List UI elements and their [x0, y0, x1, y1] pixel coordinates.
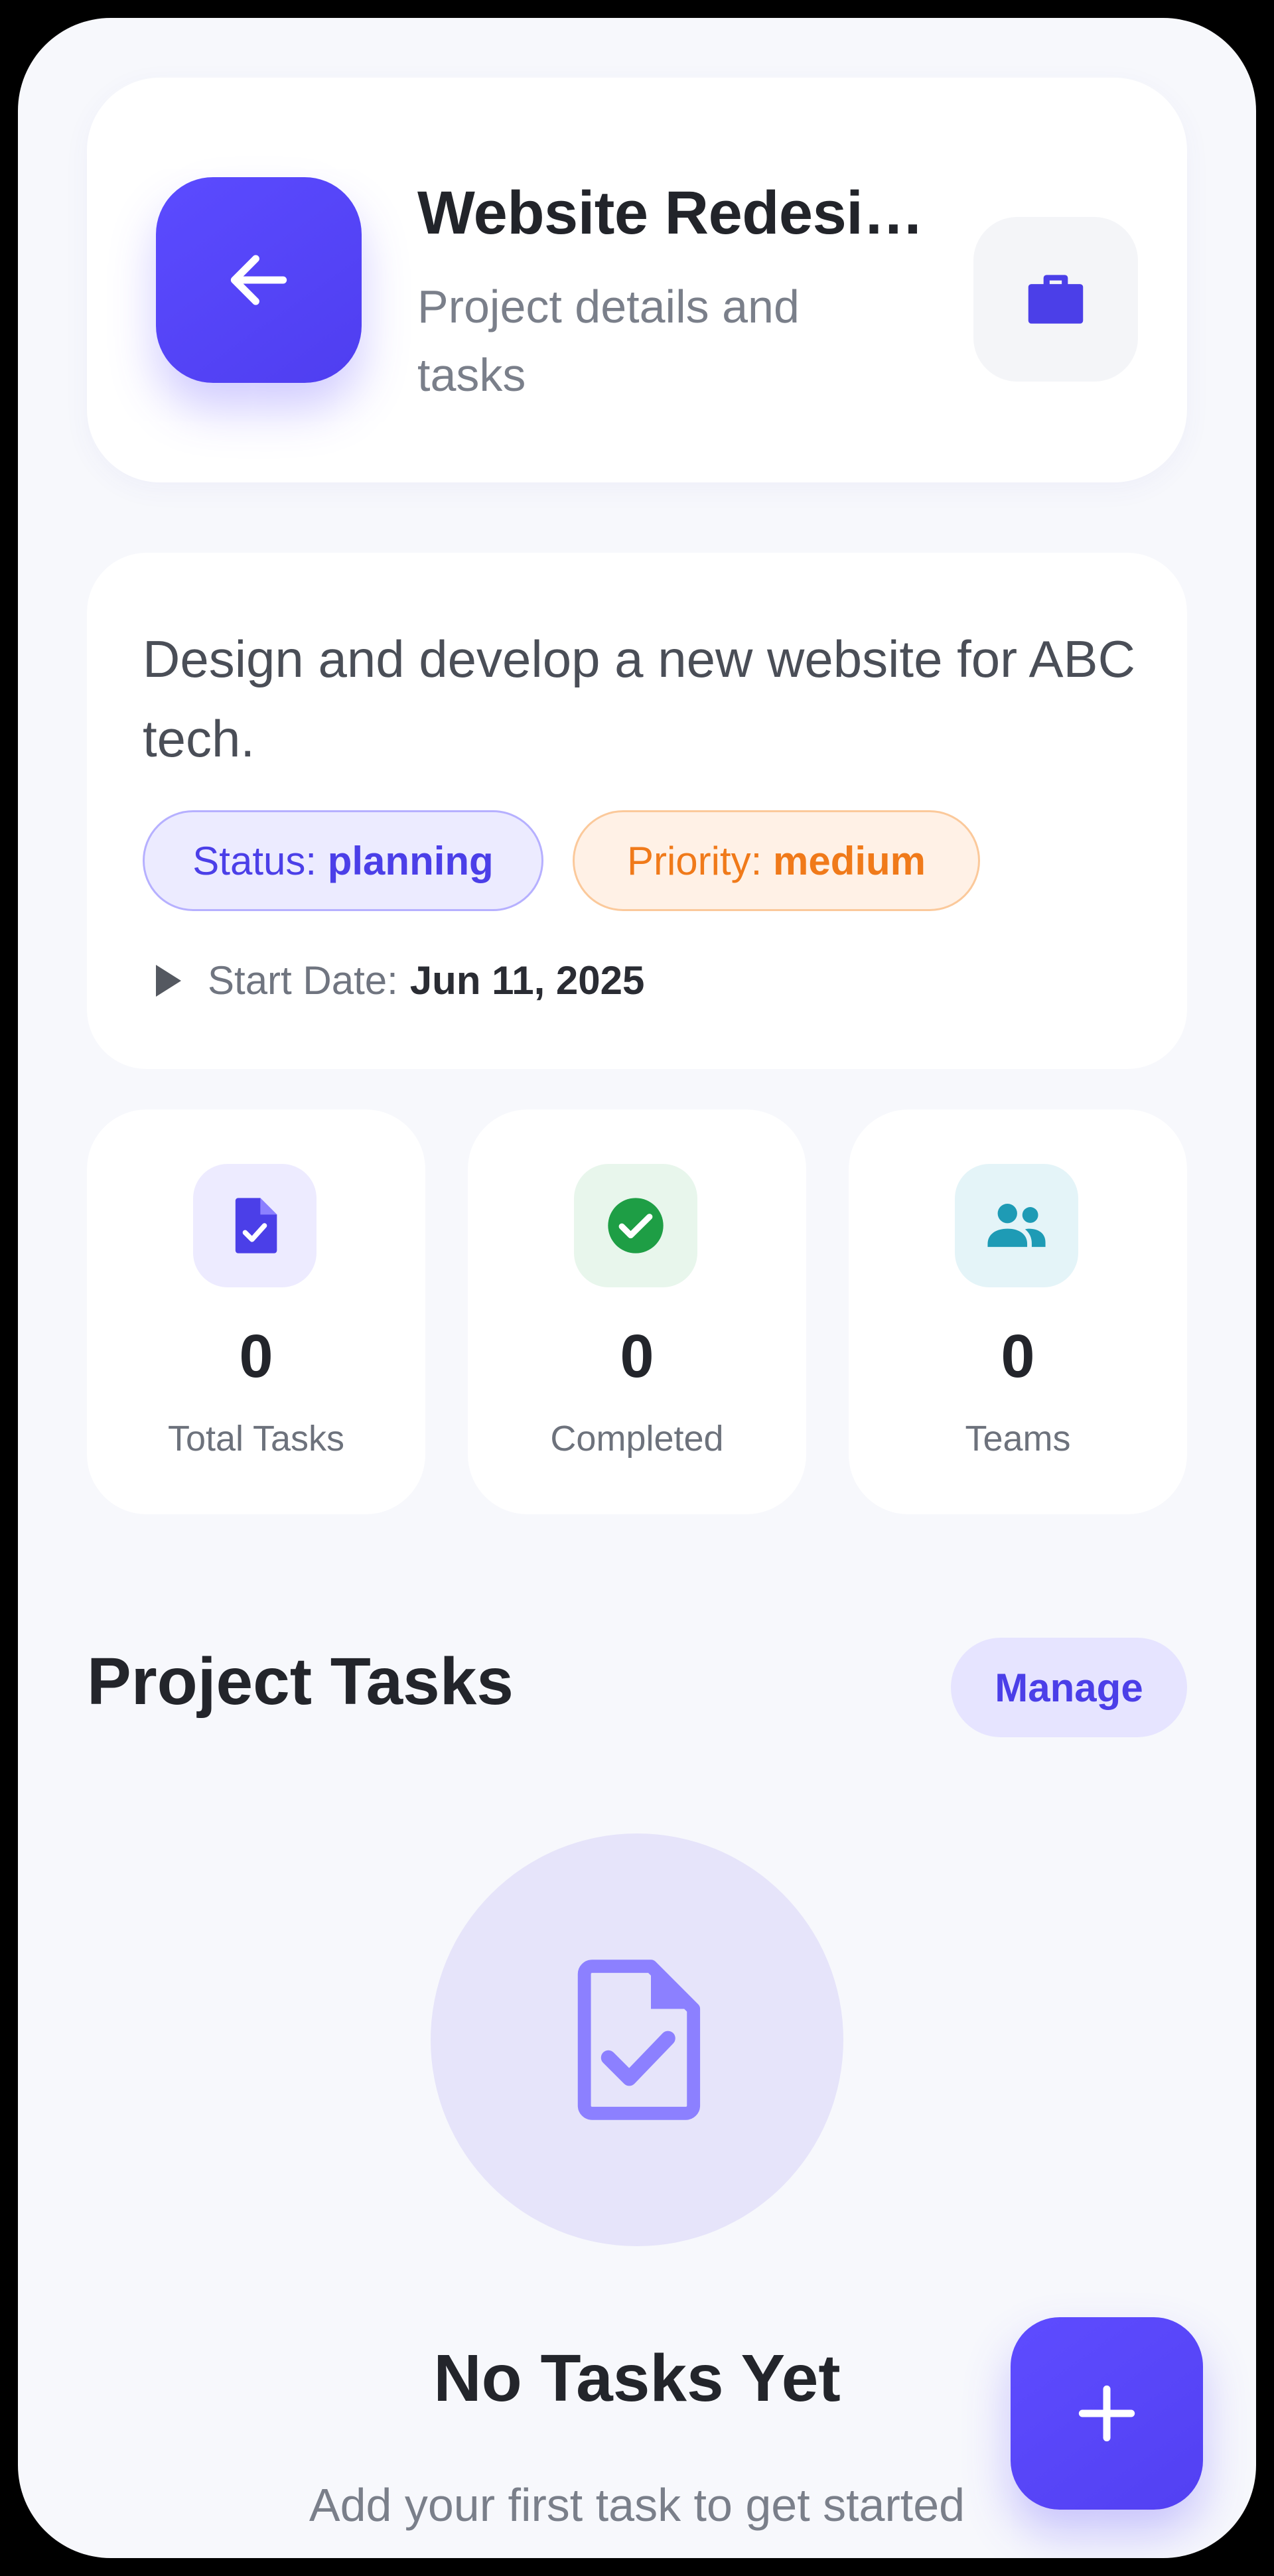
- stat-card-teams: 0 Teams: [849, 1109, 1187, 1514]
- arrow-left-icon: [230, 255, 287, 305]
- stat-value: 0: [1001, 1323, 1035, 1390]
- stat-card-completed: 0 Completed: [468, 1109, 806, 1514]
- status-badge: Status: planning: [143, 810, 543, 911]
- app-screen: Website Redesig… Project details and tas…: [18, 18, 1256, 2558]
- briefcase-icon: [1028, 275, 1084, 324]
- page-subtitle: Project details and tasks: [417, 281, 800, 401]
- start-date-label: Start Date:: [208, 958, 398, 1003]
- task-document-icon: [235, 1198, 277, 1253]
- stat-label: Total Tasks: [167, 1419, 345, 1459]
- status-value: planning: [327, 838, 494, 883]
- priority-badge: Priority: medium: [573, 810, 980, 911]
- stat-icon-wrap: [955, 1164, 1078, 1287]
- people-icon: [987, 1204, 1046, 1248]
- manage-button[interactable]: Manage: [951, 1638, 1187, 1737]
- stat-value: 0: [620, 1323, 654, 1390]
- start-date-value: Jun 11, 2025: [409, 958, 645, 1003]
- stat-icon-wrap: [574, 1164, 697, 1287]
- start-date-row: Start Date: Jun 11, 2025: [156, 958, 644, 1003]
- check-circle-icon: [608, 1198, 664, 1253]
- project-info-card: Design and develop a new website for ABC…: [87, 553, 1187, 1069]
- project-type-button[interactable]: [973, 217, 1138, 382]
- page-title: Website Redesig…: [417, 179, 948, 247]
- stat-card-total-tasks: 0 Total Tasks: [87, 1109, 425, 1514]
- empty-state-illustration: [431, 1833, 843, 2246]
- project-description: Design and develop a new website for ABC…: [143, 630, 1135, 768]
- stat-label: Completed: [550, 1419, 724, 1459]
- back-button[interactable]: [156, 177, 362, 383]
- priority-value: medium: [772, 838, 926, 883]
- section-title: Project Tasks: [87, 1644, 514, 1719]
- status-label: Status:: [192, 838, 317, 883]
- add-task-button[interactable]: [1011, 2317, 1203, 2510]
- stat-icon-wrap: [193, 1164, 317, 1287]
- stat-label: Teams: [965, 1419, 1071, 1459]
- task-document-icon: [577, 1960, 701, 2120]
- header-card: Website Redesig… Project details and tas…: [87, 78, 1187, 482]
- play-icon: [156, 964, 181, 997]
- priority-label: Priority:: [626, 838, 762, 883]
- plus-icon: [1078, 2385, 1135, 2442]
- stat-value: 0: [239, 1323, 273, 1390]
